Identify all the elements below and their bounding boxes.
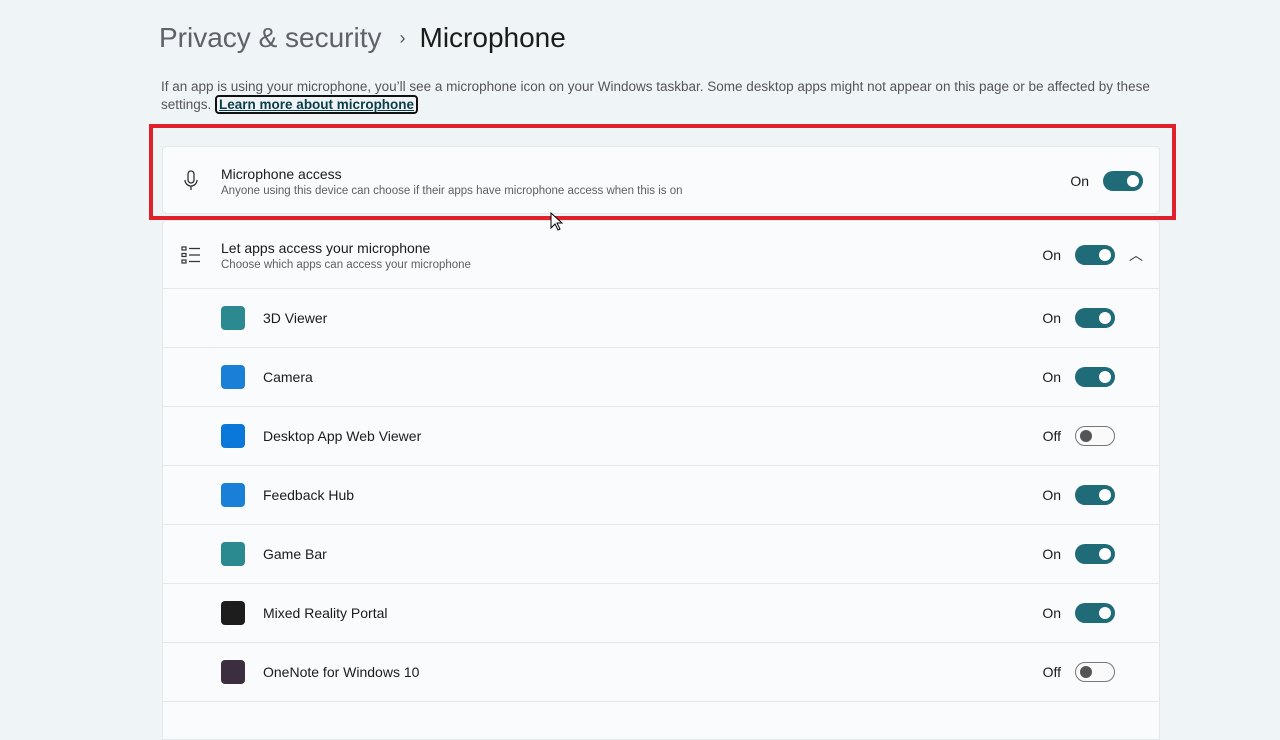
app-toggle[interactable] [1075,544,1115,564]
microphone-access-title: Microphone access [221,166,342,182]
let-apps-toggle[interactable] [1075,244,1115,265]
app-icon [221,542,245,566]
app-name: Camera [263,369,313,385]
app-name: Mixed Reality Portal [263,605,388,621]
app-icon [221,601,245,625]
microphone-icon [184,170,198,190]
app-toggle[interactable] [1075,603,1115,623]
breadcrumb-parent[interactable]: Privacy & security [159,22,382,54]
microphone-access-subtitle: Anyone using this device can choose if t… [221,185,683,197]
app-toggle[interactable] [1075,485,1115,505]
app-row: Mixed Reality Portal On [163,584,1159,643]
app-name: Game Bar [263,546,327,562]
list-icon [181,245,200,264]
app-name: 3D Viewer [263,310,328,326]
chevron-up-icon[interactable]: ︿ [1129,245,1143,265]
app-row: Desktop App Web Viewer Off [163,407,1159,466]
app-toggle[interactable] [1075,367,1115,387]
app-state: Off [1042,428,1061,444]
let-apps-row[interactable]: Let apps access your microphone Choose w… [163,221,1159,289]
app-row: Feedback Hub On [163,466,1159,525]
microphone-access-toggle[interactable] [1103,171,1143,191]
microphone-access-card: Microphone access Anyone using this devi… [162,146,1160,214]
let-apps-title: Let apps access your microphone [221,240,431,256]
learn-more-link[interactable]: Learn more about microphone [215,95,419,114]
app-state: On [1042,310,1061,326]
page-description: If an app is using your microphone, you’… [161,78,1161,114]
chevron-right-icon: › [399,27,406,48]
app-access-card: Let apps access your microphone Choose w… [162,220,1160,740]
app-icon [221,660,245,684]
app-row: 3D Viewer On [163,289,1159,348]
app-toggle[interactable] [1075,308,1115,328]
app-state: On [1042,605,1061,621]
let-apps-state: On [1042,246,1061,263]
app-icon [221,365,245,389]
breadcrumb: Privacy & security › Microphone [159,22,566,54]
app-toggle[interactable] [1075,426,1115,446]
microphone-access-state: On [1070,173,1089,189]
app-state: Off [1042,664,1061,680]
app-icon [221,306,245,330]
app-state: On [1042,546,1061,562]
app-toggle[interactable] [1075,662,1115,682]
app-icon [221,424,245,448]
app-name: Desktop App Web Viewer [263,428,422,444]
app-row: Game Bar On [163,525,1159,584]
app-row: Camera On [163,348,1159,407]
app-icon [221,483,245,507]
app-name: Feedback Hub [263,487,355,503]
let-apps-subtitle: Choose which apps can access your microp… [221,259,471,271]
page-title: Microphone [419,22,566,53]
mouse-cursor-icon [550,212,564,231]
app-row: OneNote for Windows 10 Off [163,643,1159,702]
app-state: On [1042,487,1061,503]
app-state: On [1042,369,1061,385]
app-name: OneNote for Windows 10 [263,664,420,680]
